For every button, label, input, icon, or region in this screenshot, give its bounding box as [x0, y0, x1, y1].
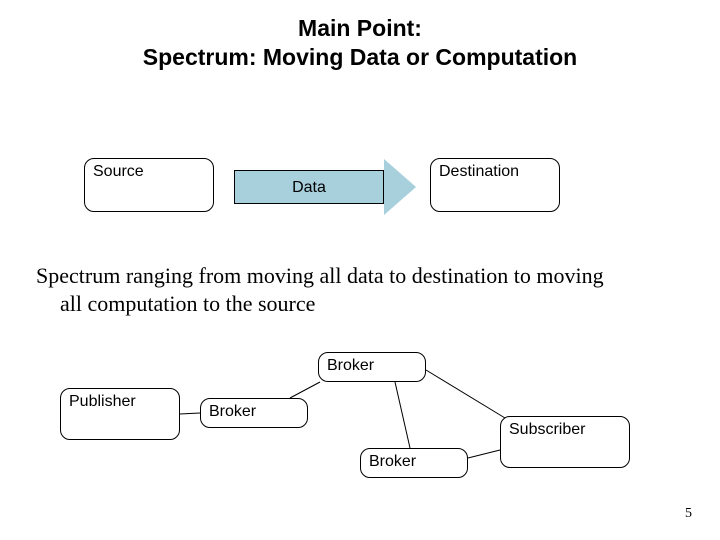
- arrow-data: Data: [234, 170, 384, 204]
- page-number: 5: [685, 506, 692, 522]
- box-destination-label: Destination: [439, 163, 519, 180]
- box-broker-3: Broker: [360, 448, 468, 478]
- box-broker-1-label: Broker: [209, 403, 256, 420]
- box-subscriber: Subscriber: [500, 416, 630, 468]
- caption-line-1: Spectrum ranging from moving all data to…: [36, 263, 604, 288]
- box-source-label: Source: [93, 163, 144, 180]
- title-line-2: Spectrum: Moving Data or Computation: [143, 44, 577, 70]
- caption-line-2: all computation to the source: [36, 290, 676, 318]
- box-publisher: Publisher: [60, 388, 180, 440]
- slide-title: Main Point: Spectrum: Moving Data or Com…: [0, 14, 720, 72]
- box-publisher-label: Publisher: [69, 393, 136, 410]
- box-subscriber-label: Subscriber: [509, 421, 585, 438]
- box-broker-2: Broker: [318, 352, 426, 382]
- box-broker-3-label: Broker: [369, 453, 416, 470]
- arrow-data-label: Data: [292, 179, 326, 196]
- slide-caption: Spectrum ranging from moving all data to…: [36, 262, 676, 317]
- box-broker-1: Broker: [200, 398, 308, 428]
- box-destination: Destination: [430, 158, 560, 212]
- box-broker-2-label: Broker: [327, 357, 374, 374]
- box-source: Source: [84, 158, 214, 212]
- arrow-head-icon: [384, 159, 416, 215]
- title-line-1: Main Point:: [298, 15, 422, 41]
